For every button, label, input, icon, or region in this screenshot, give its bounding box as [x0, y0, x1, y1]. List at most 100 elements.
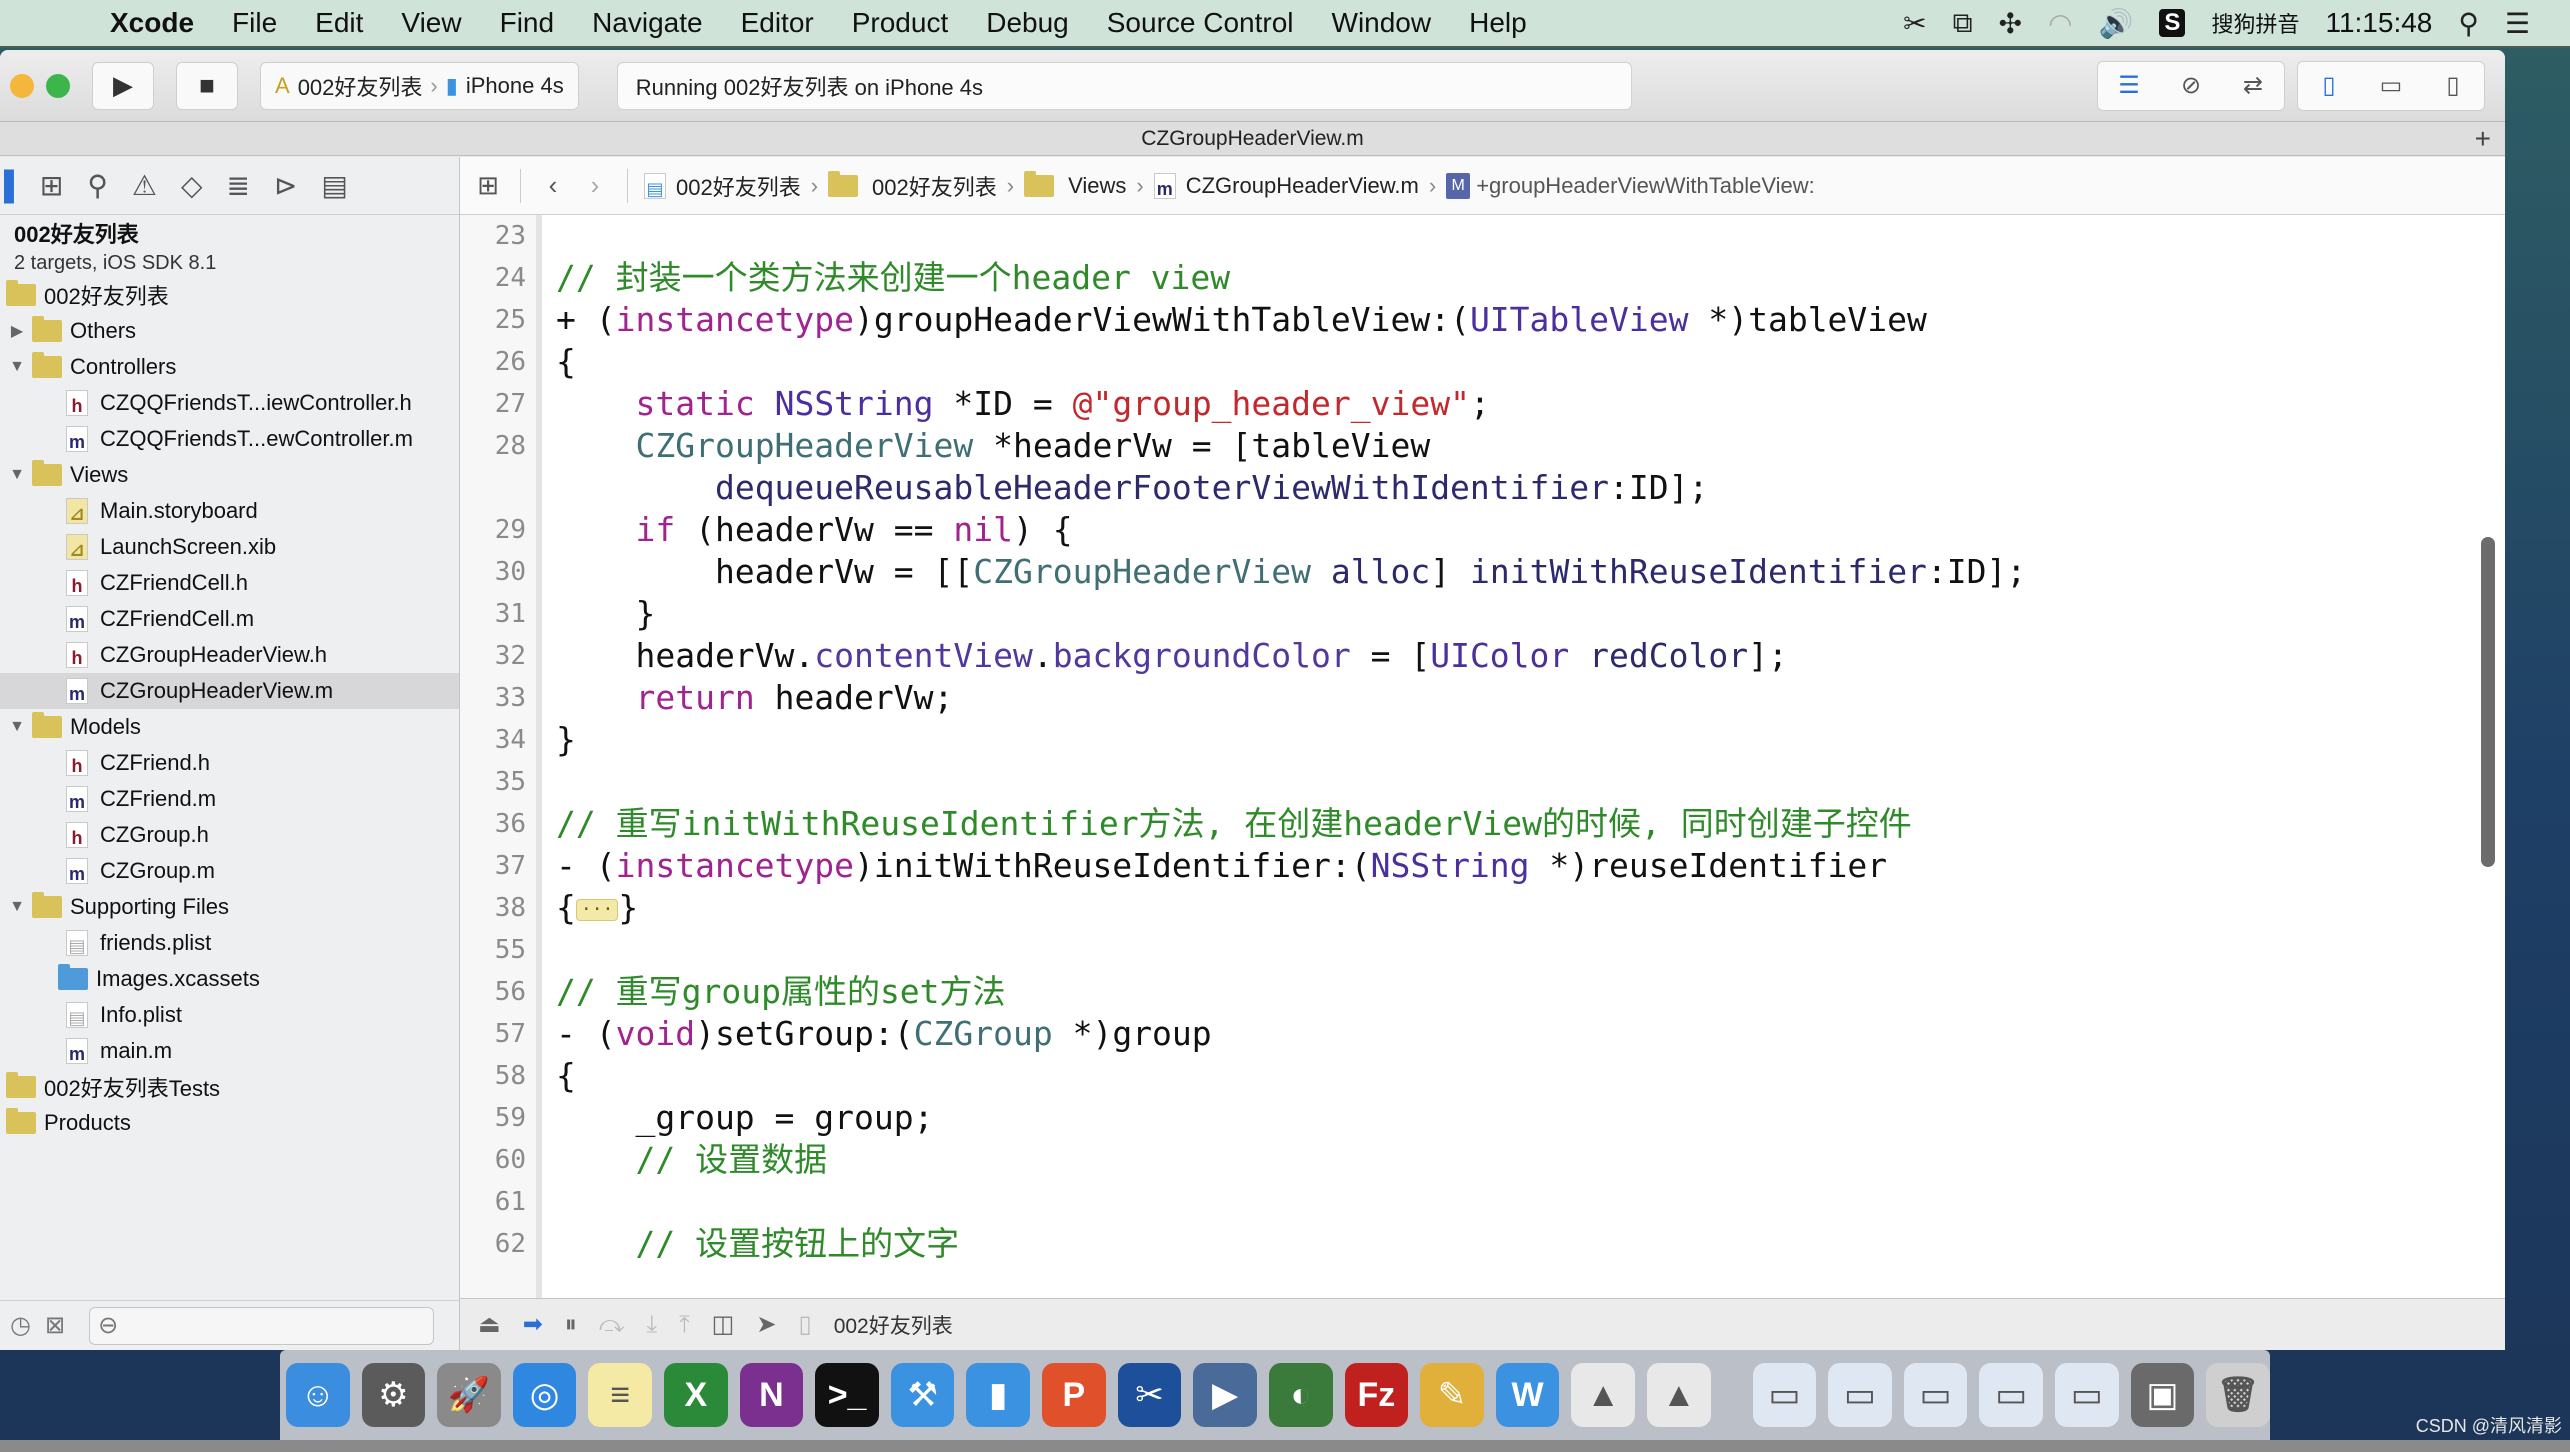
menu-view[interactable]: View: [401, 7, 461, 39]
view-debugger-icon[interactable]: ◫: [712, 1310, 735, 1339]
tree-item-main-m[interactable]: m main.m: [0, 1033, 459, 1069]
code-line[interactable]: _group = group;: [556, 1097, 2505, 1139]
dock-powerpoint-icon[interactable]: P: [1042, 1363, 1106, 1427]
input-method-icon[interactable]: S: [2159, 9, 2186, 37]
tree-item-czqqfriendst-ewcontroller-m[interactable]: m CZQQFriendsT...ewController.m: [0, 421, 459, 457]
disclosure-expanded-icon[interactable]: ▼: [8, 466, 26, 484]
line-number[interactable]: [460, 467, 536, 509]
code-line[interactable]: // 重写initWithReuseIdentifier方法, 在创建heade…: [556, 803, 2505, 845]
code-line[interactable]: [556, 215, 2505, 257]
dock-filezilla-icon[interactable]: Fz: [1344, 1363, 1409, 1427]
code-line[interactable]: {···}: [556, 887, 2505, 929]
tree-item-002[interactable]: 002好友列表: [0, 277, 459, 313]
dock-finder-icon[interactable]: ☺: [286, 1363, 350, 1427]
line-number[interactable]: 36: [460, 803, 536, 845]
disclosure-expanded-icon[interactable]: ▼: [8, 718, 26, 736]
code-line[interactable]: // 设置按钮上的文字: [556, 1223, 2505, 1265]
code-line[interactable]: {: [556, 341, 2505, 383]
tree-item-czgroup-m[interactable]: m CZGroup.m: [0, 853, 459, 889]
tree-item-images-xcassets[interactable]: Images.xcassets: [0, 961, 459, 997]
forward-button[interactable]: ›: [579, 170, 611, 201]
step-into-icon[interactable]: ⤓: [646, 1311, 657, 1339]
dock-notes-icon[interactable]: ≡: [588, 1363, 653, 1427]
dock-trash-icon[interactable]: 🗑: [2206, 1363, 2270, 1427]
back-button[interactable]: ‹: [537, 170, 569, 201]
minimize-button[interactable]: [10, 73, 34, 98]
line-number[interactable]: 38: [460, 887, 536, 929]
line-number[interactable]: 58: [460, 1055, 536, 1097]
hide-debug-area-icon[interactable]: ⏏: [478, 1310, 501, 1339]
find-navigator-icon[interactable]: ⚲: [87, 169, 108, 202]
scheme-target[interactable]: 002好友列表: [298, 70, 423, 102]
pause-icon[interactable]: ⏸: [565, 1311, 577, 1339]
screen-recorder-icon[interactable]: ⧉: [1953, 7, 1973, 40]
tree-item-info-plist[interactable]: ▤ Info.plist: [0, 997, 459, 1033]
disclosure-expanded-icon[interactable]: ▼: [8, 358, 26, 376]
tab-czgroupheaderview-m[interactable]: CZGroupHeaderView.m: [1141, 127, 1364, 151]
navigator-toggle-icon[interactable]: ▯: [2298, 62, 2360, 110]
dock-launchpad-icon[interactable]: 🚀: [437, 1363, 501, 1427]
test-navigator-icon[interactable]: ◇: [181, 169, 203, 202]
tree-item-czfriendcell-m[interactable]: m CZFriendCell.m: [0, 601, 459, 637]
breadcrumb-project[interactable]: ▤ 002好友列表: [644, 170, 801, 202]
code-line[interactable]: headerVw.contentView.backgroundColor = […: [556, 635, 2505, 677]
tree-item-czfriend-m[interactable]: m CZFriend.m: [0, 781, 459, 817]
clock[interactable]: 11:15:48: [2325, 7, 2432, 39]
debug-navigator-icon[interactable]: ≣: [226, 169, 249, 202]
dock-screenshot-tool-icon[interactable]: ✂: [1117, 1363, 1182, 1427]
notification-center-icon[interactable]: ☰: [2505, 7, 2530, 40]
dock-window-thumb-1-icon[interactable]: ▭: [1752, 1363, 1817, 1427]
line-number[interactable]: 35: [460, 761, 536, 803]
version-editor-icon[interactable]: ⇄: [2222, 62, 2284, 110]
add-tab-button[interactable]: +: [2475, 123, 2491, 155]
dock-safari-icon[interactable]: ◎: [512, 1363, 577, 1427]
recent-files-icon[interactable]: ◷: [10, 1311, 31, 1340]
line-number[interactable]: 62: [460, 1223, 536, 1265]
utilities-toggle-icon[interactable]: ▯: [2422, 62, 2484, 110]
breakpoint-navigator-icon[interactable]: ⊳: [274, 169, 297, 202]
menu-debug[interactable]: Debug: [986, 7, 1069, 39]
code-line[interactable]: static NSString *ID = @"group_header_vie…: [556, 383, 2505, 425]
menu-editor[interactable]: Editor: [741, 7, 814, 39]
line-number[interactable]: 30: [460, 551, 536, 593]
code-line[interactable]: }: [556, 593, 2505, 635]
line-number[interactable]: 34: [460, 719, 536, 761]
line-number[interactable]: 59: [460, 1097, 536, 1139]
dock-video-app-icon[interactable]: ▶: [1193, 1363, 1257, 1427]
process-label[interactable]: 002好友列表: [834, 1310, 953, 1340]
line-number[interactable]: 24: [460, 257, 536, 299]
menu-window[interactable]: Window: [1332, 7, 1432, 39]
dock-window-thumb-4-icon[interactable]: ▭: [1979, 1363, 2044, 1427]
tree-item-002-tests[interactable]: 002好友列表Tests: [0, 1069, 459, 1105]
run-button[interactable]: ▶: [92, 61, 154, 110]
scissors-icon[interactable]: ✂: [1903, 7, 1926, 40]
step-out-icon[interactable]: ⤒: [679, 1311, 690, 1339]
assistant-editor-icon[interactable]: ⊘: [2160, 62, 2222, 110]
line-number[interactable]: 61: [460, 1181, 536, 1223]
dock-system-preferences-icon[interactable]: ⚙: [361, 1363, 426, 1427]
menu-source-control[interactable]: Source Control: [1107, 7, 1294, 39]
dock-terminal-icon[interactable]: >_: [815, 1363, 879, 1427]
disclosure-expanded-icon[interactable]: ▼: [8, 898, 26, 916]
dock-document-2-icon[interactable]: ▲: [1646, 1363, 1711, 1427]
code-area[interactable]: 23 24 25 26 27 28 29 30 31 32 33 34 35 36 37 38 55 56 57 58…: [460, 215, 2505, 1298]
dock-simulator-icon[interactable]: ▮: [966, 1363, 1031, 1427]
dock-network-app-icon[interactable]: ◐: [1268, 1363, 1333, 1427]
stop-button[interactable]: ■: [176, 61, 238, 110]
dock-tools-app-icon[interactable]: ✎: [1420, 1363, 1484, 1427]
breadcrumb-views[interactable]: Views: [1024, 170, 1126, 199]
code-fold-badge[interactable]: ···: [575, 898, 619, 921]
dock-excel-icon[interactable]: X: [664, 1363, 728, 1427]
symbol-navigator-icon[interactable]: ⊞: [40, 169, 63, 202]
menu-navigate[interactable]: Navigate: [592, 7, 703, 39]
vertical-scrollbar[interactable]: [2481, 537, 2495, 867]
tree-item-launchscreen-xib[interactable]: ⊿ LaunchScreen.xib: [0, 529, 459, 565]
code-line[interactable]: // 重写group属性的set方法: [556, 971, 2505, 1013]
code-line[interactable]: - (instancetype)initWithReuseIdentifier:…: [556, 845, 2505, 887]
bluetooth-icon[interactable]: ✣: [1999, 7, 2022, 40]
breakpoints-toggle-icon[interactable]: ➡: [523, 1310, 543, 1339]
tree-item-supporting-files[interactable]: ▼ Supporting Files: [0, 889, 459, 925]
line-number[interactable]: 56: [460, 971, 536, 1013]
tree-item-czgroup-h[interactable]: h CZGroup.h: [0, 817, 459, 853]
line-number[interactable]: 37: [460, 845, 536, 887]
